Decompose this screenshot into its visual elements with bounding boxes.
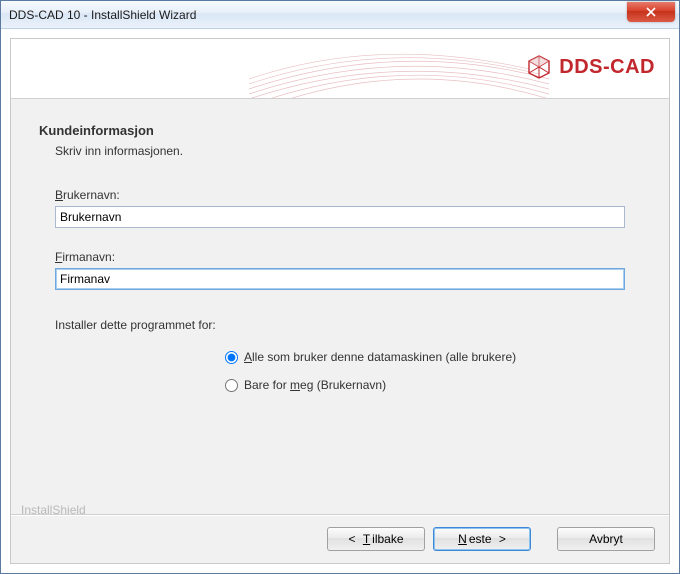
username-label: Brukernavn: xyxy=(55,188,641,202)
brand-logo-icon xyxy=(525,53,553,81)
footer-brand: InstallShield xyxy=(21,503,86,517)
radio-all-users-input[interactable] xyxy=(225,351,238,364)
radio-only-me[interactable]: Bare for meg (Brukernavn) xyxy=(225,378,641,392)
titlebar: DDS-CAD 10 - InstallShield Wizard xyxy=(1,1,679,29)
brand-name: DDS-CAD xyxy=(559,56,655,79)
radio-all-users-label: Alle som bruker denne datamaskinen (alle… xyxy=(244,350,516,364)
cancel-button[interactable]: Avbryt xyxy=(557,527,655,551)
install-for-radio-group: Alle som bruker denne datamaskinen (alle… xyxy=(225,350,641,392)
page-subtext: Skriv inn informasjonen. xyxy=(55,144,641,158)
close-icon xyxy=(646,7,656,17)
install-for-label: Installer dette programmet for: xyxy=(55,318,641,332)
radio-only-me-input[interactable] xyxy=(225,379,238,392)
radio-only-me-label: Bare for meg (Brukernavn) xyxy=(244,378,386,392)
next-button[interactable]: Neste > xyxy=(433,527,531,551)
content-area: Kundeinformasjon Skriv inn informasjonen… xyxy=(11,99,669,514)
back-button[interactable]: < Tilbake xyxy=(327,527,425,551)
button-row: < Tilbake Neste > Avbryt xyxy=(11,515,669,563)
window-title: DDS-CAD 10 - InstallShield Wizard xyxy=(9,8,627,22)
close-button[interactable] xyxy=(627,2,675,22)
banner: DDS-CAD xyxy=(11,39,669,99)
brand: DDS-CAD xyxy=(525,53,655,81)
username-input[interactable] xyxy=(55,206,625,228)
radio-all-users[interactable]: Alle som bruker denne datamaskinen (alle… xyxy=(225,350,641,364)
company-input[interactable] xyxy=(55,268,625,290)
page-heading: Kundeinformasjon xyxy=(39,123,641,138)
outer-padding: DDS-CAD Kundeinformasjon Skriv inn infor… xyxy=(1,29,679,573)
banner-pattern xyxy=(249,39,549,99)
inner-frame: DDS-CAD Kundeinformasjon Skriv inn infor… xyxy=(10,38,670,564)
company-label: Firmanavn: xyxy=(55,250,641,264)
installer-window: DDS-CAD 10 - InstallShield Wizard xyxy=(0,0,680,574)
